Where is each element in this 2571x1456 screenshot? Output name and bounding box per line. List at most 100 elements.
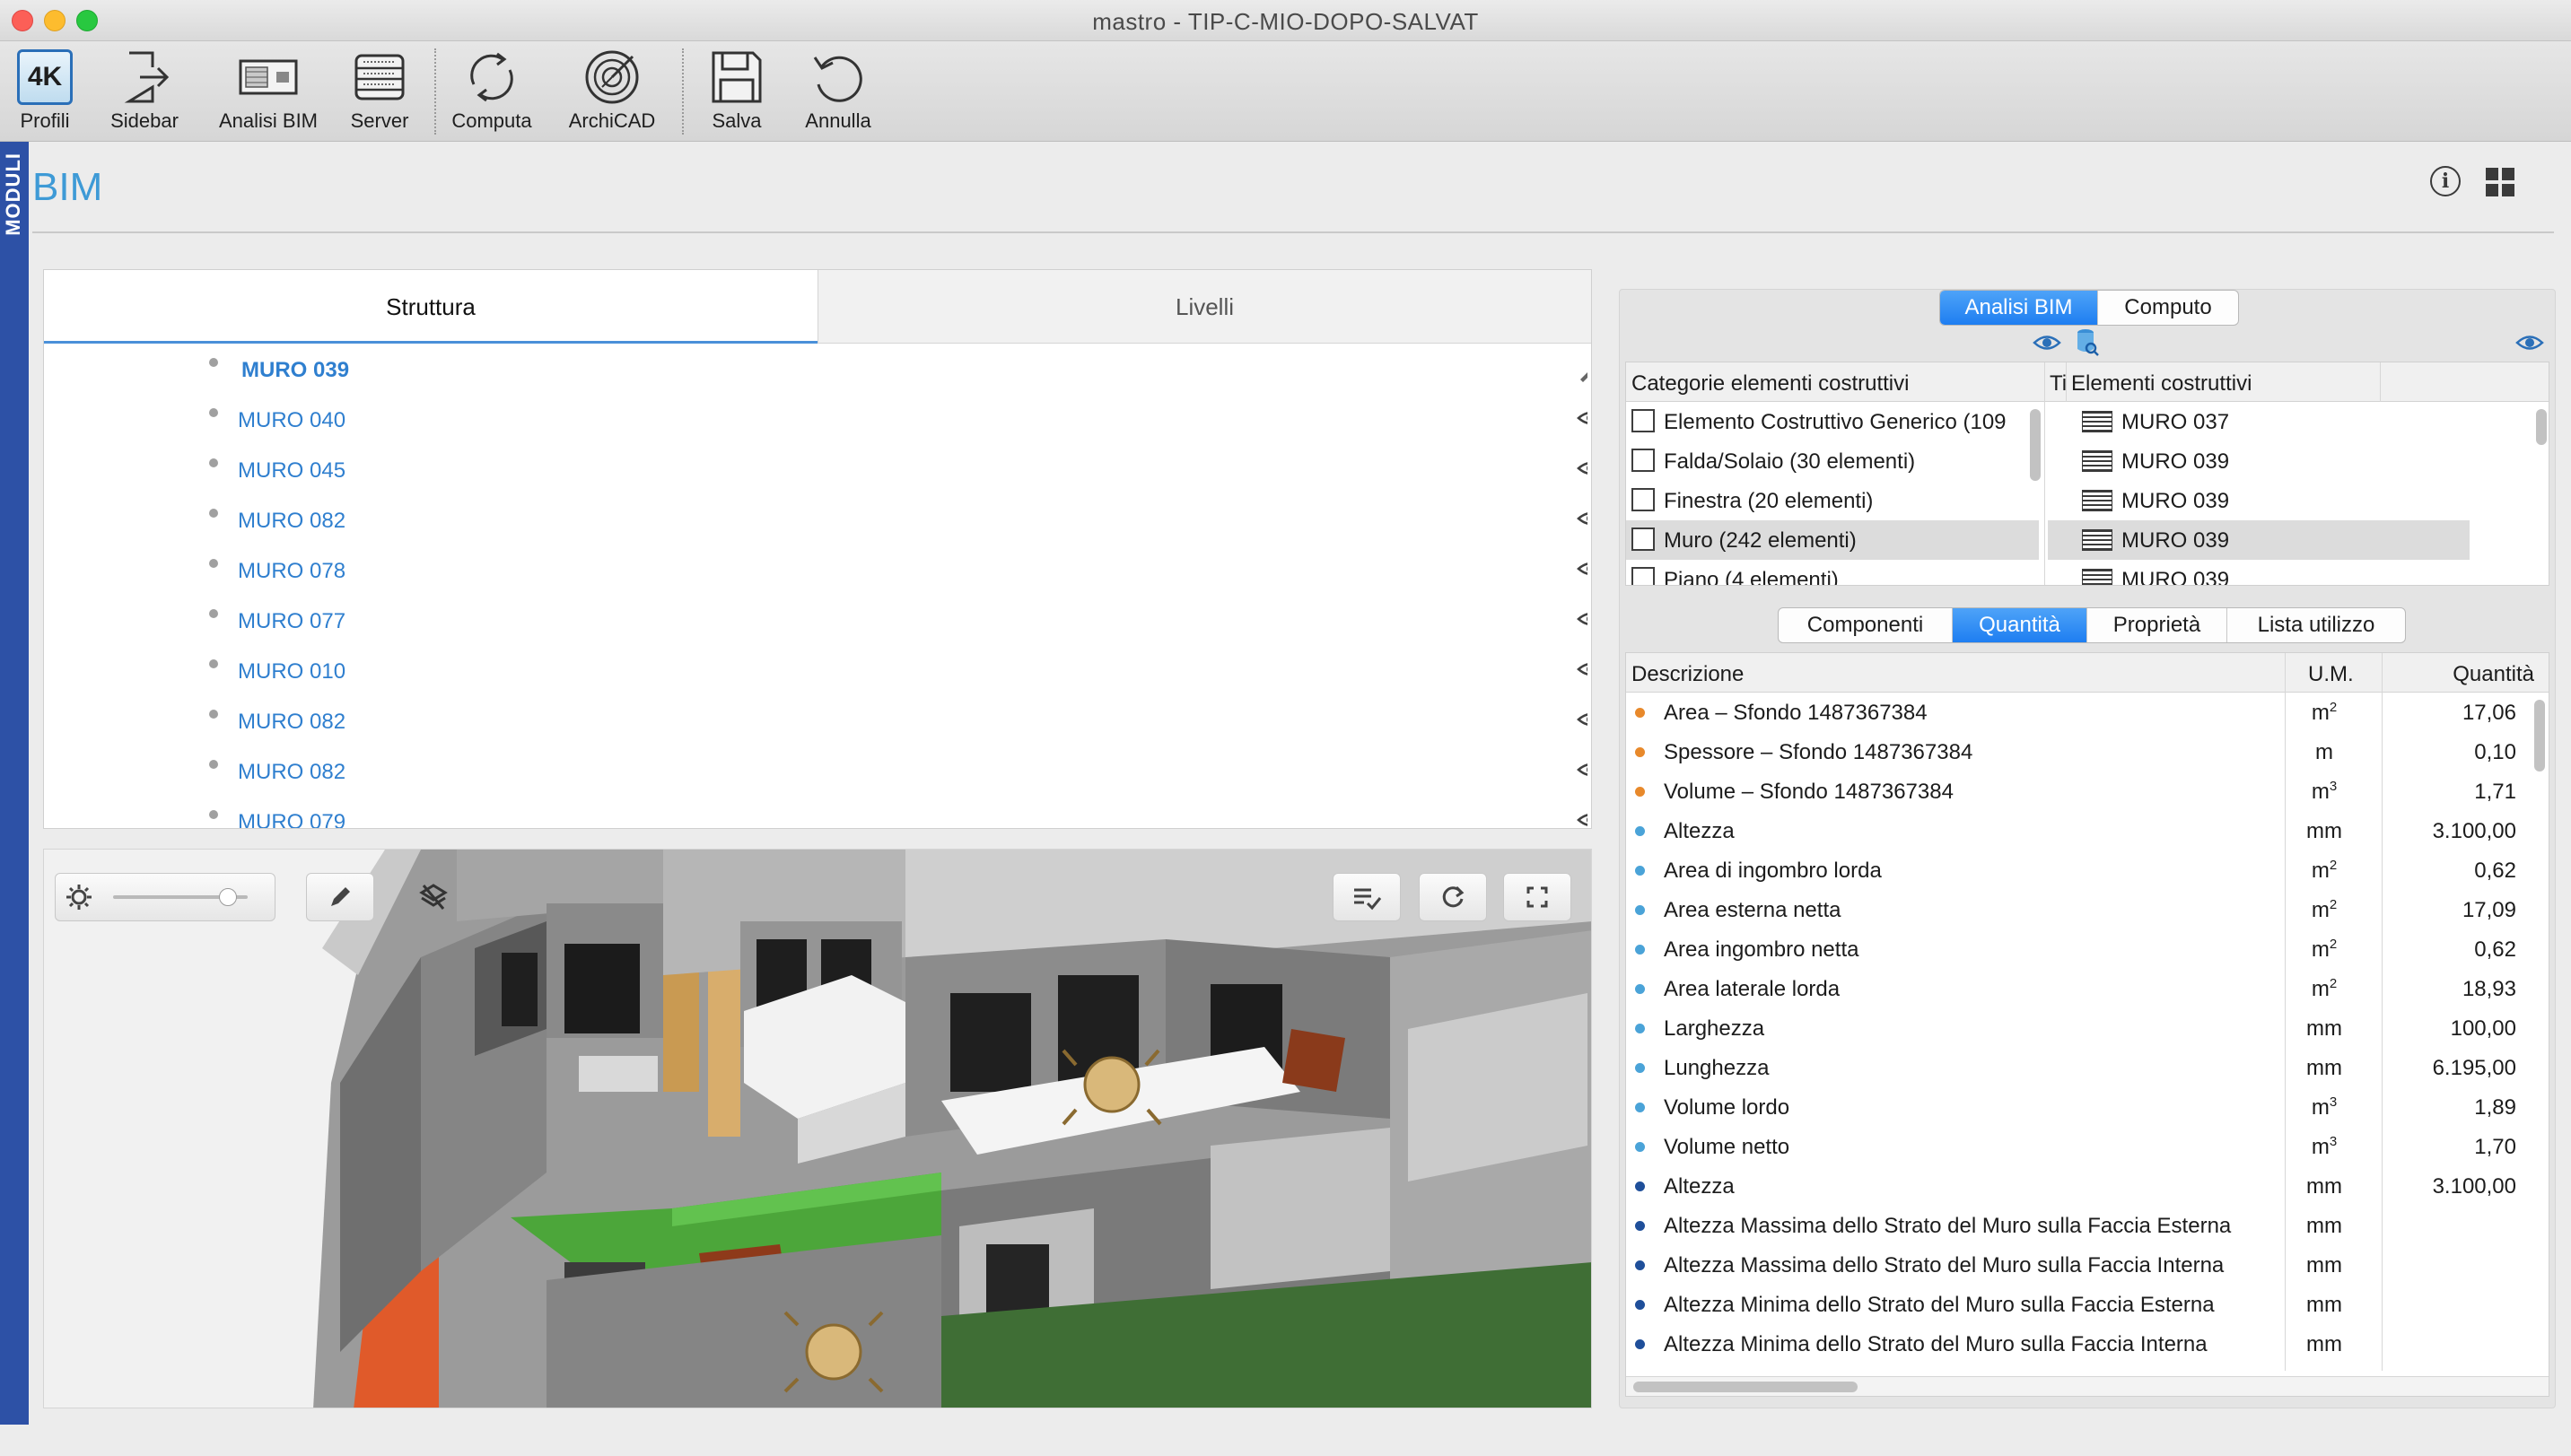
- eye-icon[interactable]: [1577, 509, 1587, 533]
- quantities-vscrollbar[interactable]: [2534, 700, 2545, 772]
- category-checkbox[interactable]: [1631, 409, 1655, 432]
- brightness-slider-knob[interactable]: [218, 888, 237, 906]
- tree-row[interactable]: MURO 040: [44, 396, 1587, 446]
- layers-off-icon: [419, 884, 448, 910]
- eye-icon[interactable]: [1577, 458, 1587, 483]
- 3d-viewport[interactable]: [43, 849, 1592, 1408]
- tree-row[interactable]: MURO 082: [44, 697, 1587, 747]
- eye-icon[interactable]: [1577, 710, 1587, 734]
- tree-row[interactable]: MURO 078: [44, 546, 1587, 597]
- quantity-row[interactable]: Lunghezza mm 6.195,00: [1626, 1048, 2534, 1087]
- tree-row[interactable]: MURO 010: [44, 647, 1587, 697]
- quantity-row[interactable]: Altezza mm 3.100,00: [1626, 811, 2534, 850]
- status-dot: [1635, 1024, 1645, 1033]
- category-row[interactable]: Muro (242 elementi): [1626, 520, 2039, 560]
- elements-scrollbar[interactable]: [2536, 409, 2547, 445]
- quantity-row[interactable]: Larghezza mm 100,00: [1626, 1008, 2534, 1048]
- tree-row[interactable]: MURO 077: [44, 597, 1587, 647]
- status-dot: [1635, 1142, 1645, 1152]
- tab-struttura[interactable]: Struttura: [44, 270, 818, 344]
- quantity-row[interactable]: Altezza Massima dello Strato del Muro su…: [1626, 1245, 2534, 1285]
- tab-computo[interactable]: Computo: [2098, 291, 2238, 325]
- unit-exponent: 2: [2329, 858, 2338, 873]
- wrench-icon[interactable]: [1577, 358, 1587, 389]
- computa-button[interactable]: Computa: [445, 47, 538, 133]
- annulla-button[interactable]: Annulla: [793, 47, 883, 133]
- tree-row[interactable]: MURO 082: [44, 496, 1587, 546]
- eye-icon[interactable]: [2515, 331, 2544, 354]
- status-dot: [1635, 945, 1645, 955]
- archicad-button[interactable]: ArchiCAD: [556, 47, 668, 133]
- save-icon: [695, 47, 779, 108]
- bim-analysis-panel: Analisi BIM Computo Categorie elementi c…: [1619, 289, 2556, 1408]
- edit-button[interactable]: [306, 873, 374, 921]
- category-row[interactable]: Piano (4 elementi): [1626, 560, 2039, 585]
- salva-button[interactable]: Salva: [695, 47, 779, 133]
- eye-icon[interactable]: [1577, 659, 1587, 684]
- categories-scrollbar[interactable]: [2030, 409, 2041, 481]
- analisi-bim-button[interactable]: Analisi BIM: [210, 47, 327, 133]
- quantity-row[interactable]: Volume lordo m3 1,89: [1626, 1087, 2534, 1127]
- tree-row[interactable]: MURO 045: [44, 446, 1587, 496]
- refresh-view-button[interactable]: [1419, 873, 1487, 921]
- quantity-row[interactable]: Area esterna netta m2 17,09: [1626, 890, 2534, 929]
- eye-icon[interactable]: [2033, 331, 2061, 354]
- tab-proprieta[interactable]: Proprietà: [2087, 608, 2227, 642]
- quantity-row[interactable]: Area di ingombro lorda m2 0,62: [1626, 850, 2534, 890]
- eye-icon[interactable]: [1577, 609, 1587, 633]
- category-row[interactable]: Finestra (20 elementi): [1626, 481, 2039, 520]
- category-checkbox[interactable]: [1631, 488, 1655, 511]
- layers-button[interactable]: [399, 873, 468, 921]
- sun-icon: [66, 885, 92, 910]
- tab-livelli[interactable]: Livelli: [818, 270, 1591, 344]
- info-icon[interactable]: i: [2430, 166, 2461, 196]
- grid-view-icon[interactable]: [2486, 168, 2514, 196]
- quantity-row[interactable]: Volume netto m3 1,70: [1626, 1127, 2534, 1166]
- server-button[interactable]: Server: [337, 47, 422, 133]
- quantity-row[interactable]: Altezza mm 3.100,00: [1626, 1166, 2534, 1206]
- eye-icon[interactable]: [1577, 559, 1587, 583]
- quantity-row[interactable]: Area ingombro netta m2 0,62: [1626, 929, 2534, 969]
- checklist-button[interactable]: [1333, 873, 1401, 921]
- element-row[interactable]: MURO 039: [2048, 481, 2470, 520]
- sidebar-button[interactable]: Sidebar: [99, 47, 190, 133]
- tipo-header: Ti: [2050, 371, 2068, 396]
- tab-lista-utilizzo[interactable]: Lista utilizzo: [2227, 608, 2405, 642]
- element-row[interactable]: MURO 037: [2048, 402, 2470, 441]
- tab-componenti[interactable]: Componenti: [1779, 608, 1953, 642]
- quantity-row[interactable]: Altezza Minima dello Strato del Muro sul…: [1626, 1285, 2534, 1324]
- fullscreen-button[interactable]: [1503, 873, 1571, 921]
- moduli-sidebar-toggle[interactable]: MODULI: [0, 142, 29, 1425]
- tab-quantita[interactable]: Quantità: [1953, 608, 2087, 642]
- tree-row[interactable]: MURO 039: [44, 345, 1587, 396]
- eye-icon[interactable]: [1577, 760, 1587, 784]
- quantity-row[interactable]: Area laterale lorda m2 18,93: [1626, 969, 2534, 1008]
- element-row[interactable]: MURO 039: [2048, 441, 2470, 481]
- unit-exponent: 3: [2329, 779, 2338, 794]
- quantity-row[interactable]: Altezza Minima dello Strato del Muro sul…: [1626, 1324, 2534, 1364]
- element-row[interactable]: MURO 039: [2048, 560, 2470, 585]
- eye-icon[interactable]: [1577, 810, 1587, 828]
- brightness-control[interactable]: [55, 873, 275, 921]
- quantity-row[interactable]: Volume – Sfondo 1487367384 m3 1,71: [1626, 772, 2534, 811]
- category-checkbox[interactable]: [1631, 527, 1655, 551]
- tree-row[interactable]: MURO 082: [44, 747, 1587, 798]
- tree-row[interactable]: MURO 079: [44, 798, 1587, 828]
- category-checkbox[interactable]: [1631, 449, 1655, 472]
- tab-analisi-bim[interactable]: Analisi BIM: [1940, 291, 2098, 325]
- quantity-row[interactable]: Area – Sfondo 1487367384 m2 17,06: [1626, 693, 2534, 732]
- quantities-hscrollbar[interactable]: [1633, 1382, 1858, 1392]
- quantity-description: Area laterale lorda: [1664, 977, 1841, 1001]
- category-row[interactable]: Elemento Costruttivo Generico (109: [1626, 402, 2039, 441]
- profili-button[interactable]: 4K Profili: [5, 47, 84, 133]
- eye-icon[interactable]: [1577, 408, 1587, 432]
- category-row[interactable]: Falda/Solaio (30 elementi): [1626, 441, 2039, 481]
- quantity-description: Area esterna netta: [1664, 898, 1841, 922]
- quantity-row[interactable]: Altezza Massima dello Strato del Muro su…: [1626, 1206, 2534, 1245]
- unit-of-measure: m2: [2299, 859, 2349, 884]
- quantity-row[interactable]: Spessore – Sfondo 1487367384 m 0,10: [1626, 732, 2534, 772]
- database-search-icon[interactable]: [2076, 327, 2099, 356]
- archicad-label: ArchiCAD: [568, 109, 656, 132]
- element-row[interactable]: MURO 039: [2048, 520, 2470, 560]
- category-checkbox[interactable]: [1631, 567, 1655, 585]
